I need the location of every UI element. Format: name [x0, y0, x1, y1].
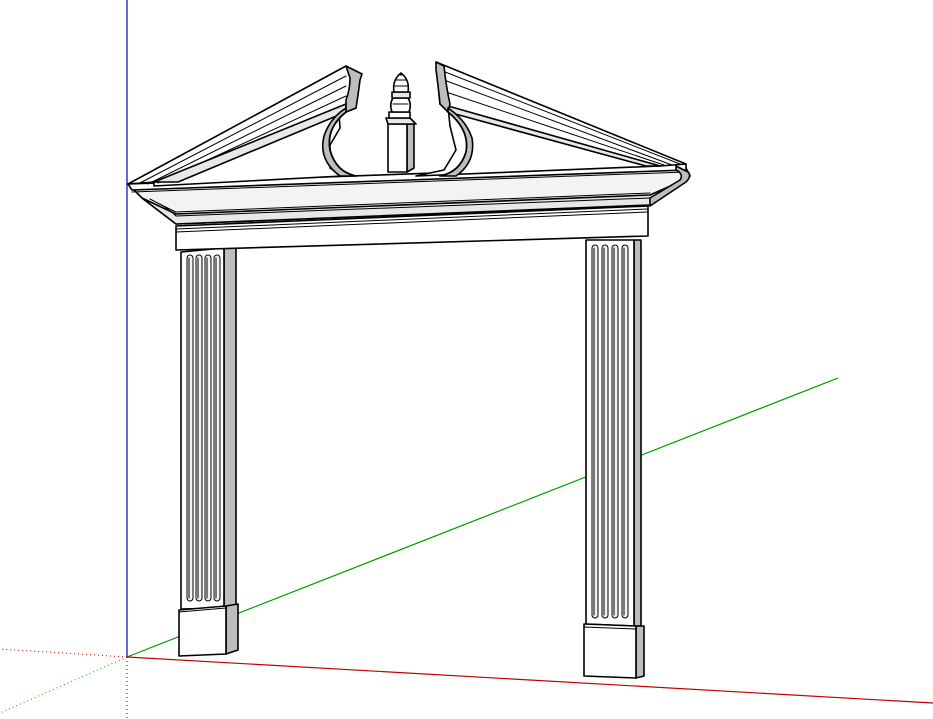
- right-plinth-front: [583, 623, 637, 679]
- left-pilaster-side: [223, 245, 237, 609]
- pediment-right[interactable]: [415, 61, 687, 177]
- urn-finial[interactable]: [385, 72, 417, 173]
- pediment-left-end: [345, 65, 363, 113]
- finial-base-ring: [388, 111, 411, 119]
- finial-pedestal-cap: [385, 117, 417, 125]
- pediment-left[interactable]: [127, 65, 363, 187]
- right-plinth-side: [635, 625, 645, 679]
- finial-urn-neck: [391, 91, 411, 99]
- red-axis: [126, 656, 933, 704]
- red-axis-dotted: [0, 648, 128, 658]
- right-pilaster-side: [633, 239, 642, 627]
- right-pilaster[interactable]: [583, 239, 645, 679]
- scene-canvas[interactable]: [0, 0, 933, 719]
- finial-urn-body: [389, 97, 412, 113]
- modeling-viewport[interactable]: [0, 0, 933, 719]
- green-axis-dotted: [0, 656, 128, 714]
- left-plinth-side: [225, 603, 239, 655]
- finial-pedestal-side: [406, 123, 415, 173]
- left-plinth-front: [178, 605, 227, 657]
- finial-acorn: [392, 72, 410, 93]
- left-pilaster[interactable]: [178, 245, 239, 657]
- finial-pedestal-front: [387, 123, 408, 173]
